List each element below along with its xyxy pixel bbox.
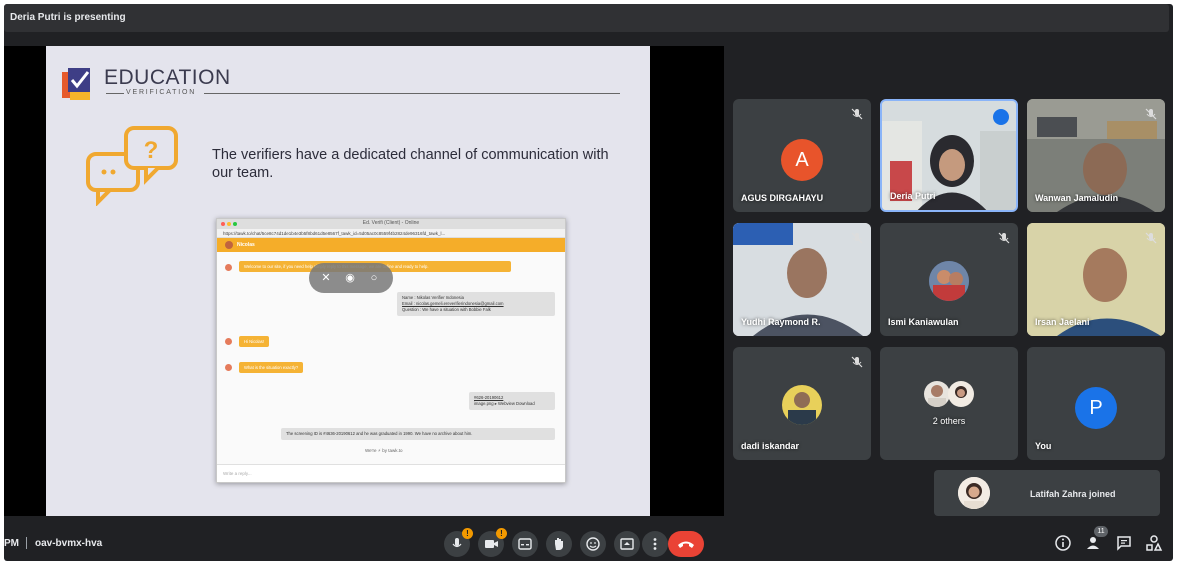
answer-message: The screening ID is #4636-20190612 and h…: [281, 428, 555, 440]
visitor-info: Name : Nikolas Verifier Indonesia Email …: [397, 292, 555, 316]
raise-hand-button[interactable]: [546, 531, 572, 557]
captions-icon: [518, 538, 532, 550]
captions-button[interactable]: [512, 531, 538, 557]
divider: [106, 93, 124, 94]
mic-off-icon: [1145, 108, 1157, 120]
warning-badge: !: [496, 528, 507, 539]
agent-avatar: [225, 364, 232, 371]
microphone-button[interactable]: !: [444, 528, 473, 557]
participant-name: 2 others: [932, 416, 966, 426]
participant-name: Yudhi Raymond R.: [741, 317, 821, 327]
presenting-banner: Deria Putri is presenting: [4, 4, 1169, 32]
brand-subtitle: VERIFICATION: [126, 89, 197, 96]
participant-tile-you[interactable]: P You: [1027, 347, 1165, 460]
meet-window: Deria Putri is presenting EDUCATION VERI…: [4, 4, 1173, 561]
mic-off-icon: [851, 232, 863, 244]
avatar: [958, 477, 990, 509]
present-button[interactable]: [614, 531, 640, 557]
info-line: Question : We have a situation with Bobb…: [402, 307, 491, 312]
agent-avatar: [225, 338, 232, 345]
screenshot-titlebar: Ed. Verifi (Client) - Online: [217, 219, 565, 229]
more-vertical-icon: [653, 538, 657, 550]
notification-text: Latifah Zahra joined: [1030, 489, 1116, 499]
more-options-button[interactable]: [642, 531, 668, 557]
circle-icon: ○: [370, 272, 378, 284]
divider: [26, 537, 27, 549]
warning-badge: !: [462, 528, 473, 539]
info-icon[interactable]: [1054, 534, 1072, 552]
brand-title: EDUCATION: [104, 66, 231, 89]
reactions-button[interactable]: [580, 531, 606, 557]
participant-tile-dadi[interactable]: dadi iskandar: [733, 347, 871, 460]
reply-placeholder: Write a reply...: [223, 471, 252, 476]
education-verification-logo-icon: [62, 68, 90, 100]
people-icon[interactable]: [1085, 534, 1103, 552]
participant-name: AGUS DIRGAHAYU: [741, 193, 824, 203]
camera-button[interactable]: !: [478, 528, 507, 557]
participant-name: Irsan Jaelani: [1035, 317, 1090, 327]
agent-avatar: [225, 264, 232, 271]
avatar: [948, 381, 974, 407]
file-line: image.png ▸ Webview Download: [474, 401, 535, 406]
chat-screenshot: Ed. Verifi (Client) - Online https://taw…: [216, 218, 566, 483]
chat-bubbles-icon: ?: [86, 126, 178, 206]
screenshot-url: https://tawk.to/chat/5ce8c74d1de1b4e3b5f…: [217, 229, 565, 238]
participant-tile-ismi[interactable]: Ismi Kaniawulan: [880, 223, 1018, 336]
speaking-indicator-icon: [993, 109, 1009, 125]
participant-tile-irsan[interactable]: Irsan Jaelani: [1027, 223, 1165, 336]
hi-message: Hi Nicolas!: [239, 336, 270, 347]
phone-hangup-icon: [678, 541, 694, 548]
screenshot-media-controls: ✕ ◉ ○: [309, 263, 393, 293]
presenting-text: Deria Putri is presenting: [10, 12, 126, 23]
slide-text: The verifiers have a dedicated channel o…: [212, 147, 609, 181]
file-attachment: #626-20190612 image.png ▸ Webview Downlo…: [469, 392, 555, 410]
mic-off-icon: [1145, 232, 1157, 244]
avatar: [782, 385, 822, 425]
microphone-icon: [452, 538, 462, 548]
slide: EDUCATION VERIFICATION ? The verifiers h…: [46, 46, 650, 516]
participant-name: Deria Putri: [890, 191, 936, 201]
reply-input: Write a reply...: [217, 464, 565, 482]
mic-off-icon: [998, 232, 1010, 244]
svg-text:?: ?: [144, 137, 159, 164]
avatar: A: [781, 139, 823, 181]
activities-icon[interactable]: [1145, 534, 1163, 552]
divider: [204, 93, 620, 94]
agent-avatar: [225, 241, 233, 249]
avatar: [924, 381, 950, 407]
participant-tile-wanwan[interactable]: Wanwan Jamaludin: [1027, 99, 1165, 212]
agent-name: Nicolas: [237, 242, 255, 248]
bottom-bar: PM oav-bvmx-hva ! ! 11: [4, 526, 1173, 561]
hand-icon: [555, 538, 563, 550]
presentation-stage[interactable]: EDUCATION VERIFICATION ? The verifiers h…: [4, 46, 724, 516]
join-notification: Latifah Zahra joined: [934, 470, 1160, 516]
emoji-icon: [586, 537, 600, 551]
meeting-code: oav-bvmx-hva: [35, 538, 103, 549]
powered-by: We're ⚡ by tawk.to: [365, 448, 403, 453]
mic-off-icon: [851, 108, 863, 120]
participant-name: Wanwan Jamaludin: [1035, 193, 1119, 203]
participant-tile-others[interactable]: 2 others: [880, 347, 1018, 460]
participant-tile-yudhi[interactable]: Yudhi Raymond R.: [733, 223, 871, 336]
present-screen-icon: [620, 538, 634, 550]
avatar: P: [1075, 387, 1117, 429]
participant-tile-agus[interactable]: A AGUS DIRGAHAYU: [733, 99, 871, 212]
chat-icon[interactable]: [1115, 534, 1133, 552]
participant-tile-deria[interactable]: Deria Putri: [880, 99, 1018, 212]
participant-name: dadi iskandar: [741, 441, 800, 451]
participant-name: Ismi Kaniawulan: [888, 317, 959, 327]
avatar: [929, 261, 969, 301]
participant-name: You: [1035, 441, 1052, 451]
mute-icon: ✕: [321, 272, 331, 284]
screenshot-chat-header: Nicolas: [217, 238, 565, 252]
volume-icon: ◉: [345, 272, 355, 284]
camera-icon: [485, 540, 498, 548]
question-message: What is the situation exactly?: [239, 362, 304, 373]
clock: PM: [4, 538, 19, 549]
leave-call-button[interactable]: [668, 531, 704, 557]
screenshot-window-title: Ed. Verifi (Client) - Online: [362, 220, 420, 226]
mic-off-icon: [851, 356, 863, 368]
